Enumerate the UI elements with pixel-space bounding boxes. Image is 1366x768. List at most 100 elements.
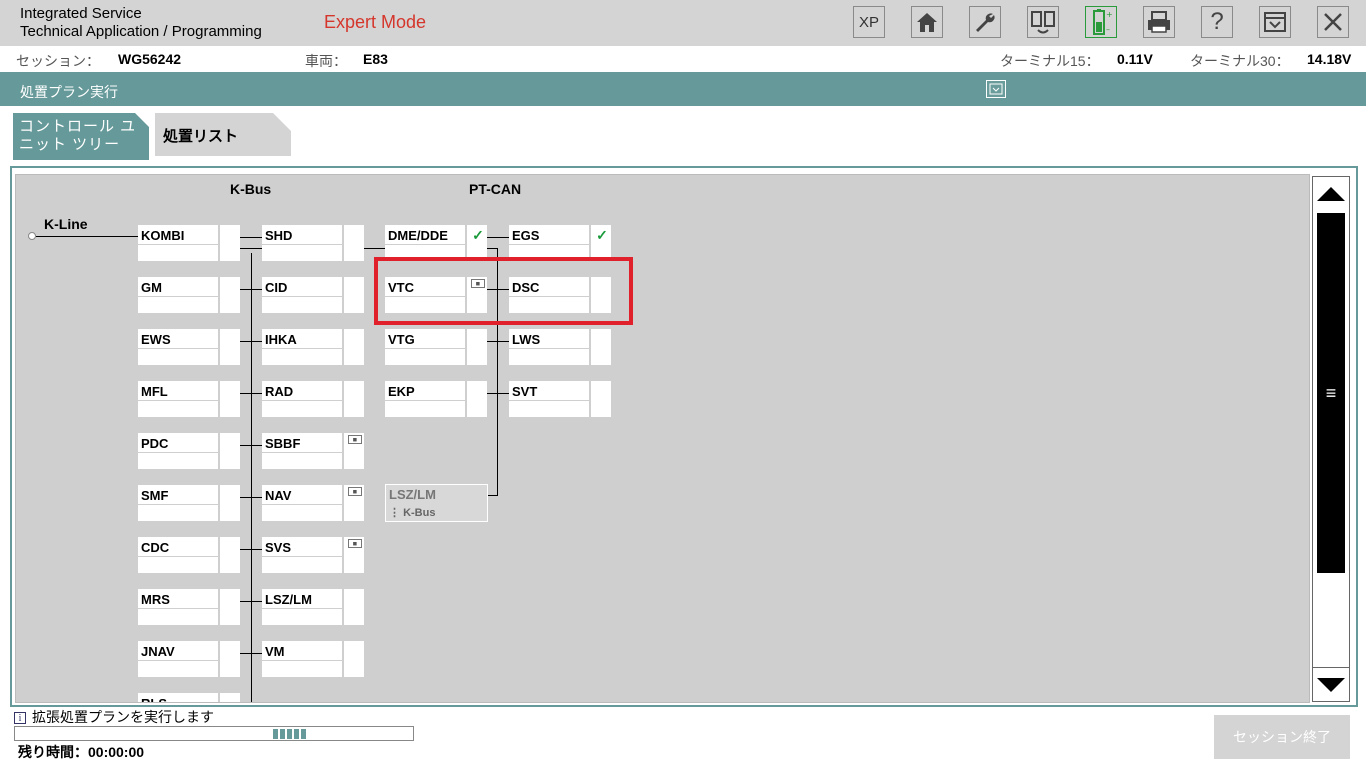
lsz-connector: [488, 495, 498, 496]
ecu-name: EWS: [138, 329, 218, 349]
battery-icon: +–: [1093, 9, 1113, 35]
ecu-kombi[interactable]: KOMBI: [138, 225, 240, 261]
ecu-dme-dde[interactable]: DME/DDE ✓: [385, 225, 487, 261]
tab-control-unit-tree[interactable]: コントロール ユニット ツリー: [13, 113, 149, 160]
terminal15-value: 0.11V: [1117, 51, 1153, 67]
ecu-egs[interactable]: EGS ✓: [509, 225, 611, 261]
minimize-button[interactable]: [1259, 6, 1291, 38]
collapse-panel-button[interactable]: [986, 80, 1006, 98]
ecu-name: CID: [262, 277, 342, 297]
wrench-icon: [976, 13, 995, 32]
vehicle-label: 車両：: [305, 53, 347, 69]
plan-title-bar: 処置プラン実行: [0, 72, 1366, 106]
status-message: 拡張処置プランを実行します: [32, 709, 214, 725]
ecu-lws[interactable]: LWS: [509, 329, 611, 365]
ecu-lsz-lm[interactable]: LSZ/LM: [262, 589, 364, 625]
ecu-divider: [589, 225, 591, 261]
scroll-thumb[interactable]: ≡: [1317, 213, 1345, 573]
ecu-smf[interactable]: SMF: [138, 485, 240, 521]
ecu-gm[interactable]: GM: [138, 277, 240, 313]
ecu-mrs[interactable]: MRS: [138, 589, 240, 625]
session-value: WG56242: [118, 51, 182, 67]
compare-button[interactable]: [1027, 6, 1059, 38]
close-button[interactable]: [1317, 6, 1349, 38]
ecu-svt[interactable]: SVT: [509, 381, 611, 417]
ecu-divider: [342, 537, 344, 573]
scroll-down-button[interactable]: [1313, 667, 1349, 701]
arrow-up-icon: [1317, 187, 1345, 201]
ecu-cdc[interactable]: CDC: [138, 537, 240, 573]
ecu-sbbf[interactable]: SBBF ▪: [262, 432, 364, 469]
ecu-ews[interactable]: EWS: [138, 329, 240, 365]
ecu-divider: [218, 381, 220, 417]
kline-label: K-Line: [44, 216, 88, 232]
ecu-rad[interactable]: RAD: [262, 381, 364, 417]
ecu-name: LSZ/LM: [389, 487, 436, 502]
grip-icon: ≡: [1325, 382, 1337, 403]
session-label: セッション：: [16, 53, 100, 69]
ecu-svs[interactable]: SVS ▪: [262, 536, 364, 573]
ecu-jnav[interactable]: JNAV: [138, 641, 240, 677]
ecu-divider: [589, 329, 591, 365]
xp-button[interactable]: XP: [853, 6, 885, 38]
tab-treatment-list[interactable]: 処置リスト: [155, 113, 291, 156]
ecu-divider: [342, 589, 344, 625]
ecu-name: RLS: [138, 693, 218, 702]
info-icon: i: [14, 712, 26, 725]
ecu-vm[interactable]: VM: [262, 641, 364, 677]
ecu-ihka[interactable]: IHKA: [262, 329, 364, 365]
remaining-time: 残り時間：00:00:00: [18, 744, 145, 760]
plan-title: 処置プラン実行: [20, 84, 118, 100]
bus-connector: [487, 393, 498, 394]
expand-icon[interactable]: ▪: [348, 432, 362, 446]
ecu-divider: [342, 641, 344, 677]
ecu-divider: [342, 329, 344, 365]
app-title-line1: Integrated Service: [20, 5, 142, 22]
ecu-rls[interactable]: RLS: [138, 693, 240, 702]
terminal15-label: ターミナル15：: [1000, 53, 1100, 69]
mode-label: Expert Mode: [324, 12, 427, 32]
ecu-divider: [218, 641, 220, 677]
ecu-name: SBBF: [262, 433, 342, 453]
end-session-button[interactable]: セッション終了: [1214, 715, 1350, 759]
progress-bar: [14, 726, 414, 741]
ecu-divider: [342, 225, 344, 261]
ecu-name: VTG: [385, 329, 465, 349]
ecu-lsz-lm-kbus[interactable]: LSZ/LM ⋮ K-Bus: [385, 484, 488, 522]
ecu-name: MRS: [138, 589, 218, 609]
ecu-divider: [589, 381, 591, 417]
scroll-up-button[interactable]: [1313, 177, 1349, 211]
highlight-frame: [374, 257, 633, 325]
status-line: i 拡張処置プランを実行します: [14, 707, 214, 727]
kline-line: [36, 236, 138, 237]
app-title-line2: Technical Application / Programming: [20, 23, 262, 40]
ecu-nav[interactable]: NAV ▪: [262, 484, 364, 521]
ecu-divider: [218, 589, 220, 625]
battery-button[interactable]: + –: [1085, 6, 1117, 38]
expand-icon[interactable]: ▪: [348, 484, 362, 498]
ecu-divider: [465, 381, 467, 417]
ecu-pdc[interactable]: PDC: [138, 433, 240, 469]
bus-kbus-label: K-Bus: [230, 181, 272, 197]
arrow-down-icon: [1317, 677, 1345, 692]
ecu-vtg[interactable]: VTG: [385, 329, 487, 365]
bus-ptcan-label: PT-CAN: [469, 181, 522, 197]
ecu-cid[interactable]: CID: [262, 277, 364, 313]
vertical-scrollbar[interactable]: ≡: [1312, 176, 1350, 702]
home-button[interactable]: [911, 6, 943, 38]
ecu-ekp[interactable]: EKP: [385, 381, 487, 417]
expand-icon[interactable]: ▪: [348, 536, 362, 550]
print-button[interactable]: [1143, 6, 1175, 38]
ecu-name: GM: [138, 277, 218, 297]
service-button[interactable]: [969, 6, 1001, 38]
bus-connector: [241, 237, 262, 238]
ecu-sub-bus: ⋮ K-Bus: [389, 507, 436, 519]
bus-connector: [487, 341, 498, 342]
help-button[interactable]: ?: [1201, 6, 1233, 38]
terminal30-value: 14.18V: [1307, 51, 1352, 67]
ecu-shd[interactable]: SHD: [262, 225, 364, 261]
ecu-mfl[interactable]: MFL: [138, 381, 240, 417]
progress-segment: [294, 729, 299, 739]
kline-connector: [28, 232, 36, 240]
progress-segment: [287, 729, 292, 739]
